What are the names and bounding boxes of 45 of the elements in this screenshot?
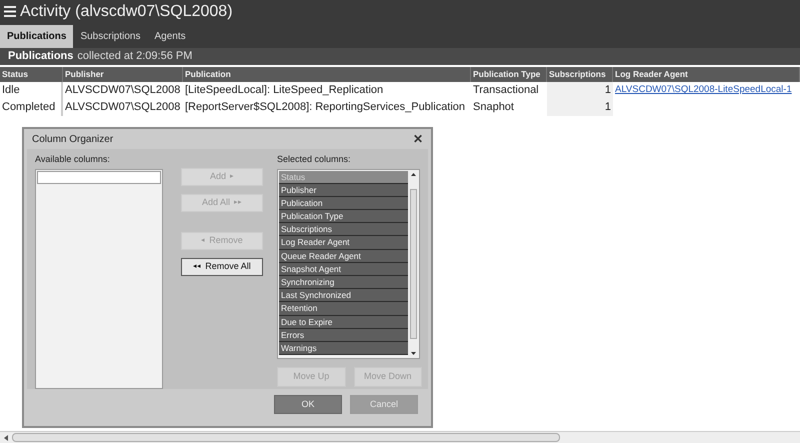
section-subtitle: collected at 2:09:56 PM: [77, 49, 192, 64]
table-cell-text: [LiteSpeedLocal]: LiteSpeed_Replication: [184, 83, 384, 98]
scroll-left-icon[interactable]: [4, 434, 8, 440]
menu-icon[interactable]: [4, 6, 16, 17]
list-item[interactable]: Publication Type: [279, 210, 408, 224]
table-cell-text: Transactional: [472, 83, 540, 98]
table-cell-text: ALVSCDW07\SQL2008: [64, 100, 182, 116]
scrollbar-thumb[interactable]: [410, 188, 416, 338]
window-title: Activity (alvscdw07\SQL2008): [20, 4, 233, 20]
list-item[interactable]: Publisher: [279, 184, 408, 197]
vertical-scrollbar[interactable]: [408, 170, 418, 356]
list-item[interactable]: Log Reader Agent: [279, 236, 408, 250]
close-button[interactable]: ✕: [413, 133, 423, 145]
table-cell: 1: [547, 99, 613, 116]
list-item[interactable]: Retention: [279, 302, 408, 316]
scrollbar-thumb[interactable]: [12, 433, 560, 442]
list-item[interactable]: Last Synchronized: [279, 289, 408, 302]
agent-link[interactable]: ALVSCDW07\SQL2008-LiteSpeedLocal-1: [615, 83, 792, 98]
table-cell-text: ALVSCDW07\SQL2008: [64, 83, 182, 98]
available-label: Available columns:: [35, 153, 111, 166]
list-item[interactable]: Snapshot Agent: [279, 262, 408, 276]
table-cell-text: Snaphot: [472, 100, 515, 116]
tab[interactable]: Publications: [0, 25, 74, 48]
list-item[interactable]: Queue Reader Agent: [279, 250, 408, 263]
selected-label: Selected columns:: [277, 153, 352, 166]
section-title: Publications: [8, 49, 74, 64]
button[interactable]: OK: [274, 395, 342, 414]
list-item[interactable]: Due to Expire: [279, 316, 408, 329]
available-list[interactable]: [35, 168, 163, 388]
tab[interactable]: Agents: [147, 25, 193, 48]
scroll-up-icon[interactable]: [410, 172, 416, 176]
list-item[interactable]: Subscriptions: [279, 223, 408, 236]
table-cell: 1: [547, 82, 613, 99]
list-item[interactable]: Warnings: [279, 342, 408, 356]
tab[interactable]: Subscriptions: [73, 25, 148, 48]
horizontal-scrollbar[interactable]: [0, 431, 800, 443]
list-item[interactable]: Synchronizing: [279, 276, 408, 290]
table-cell: Completed: [0, 99, 63, 116]
list-item[interactable]: Publication: [279, 196, 408, 210]
list-item[interactable]: Errors: [279, 328, 408, 342]
list-input-field[interactable]: [37, 170, 161, 184]
scroll-down-icon[interactable]: [410, 352, 416, 354]
selected-list[interactable]: Status Publisher Publication Publication Type Subscriptions Log Reader Agent Queue Reader Agent Snapshot Agent Synchronizing Last Synchronized Retention Due to Expire Errors Warnings: [277, 168, 420, 358]
table-cell-text: [ReportServer$SQL2008]: ReportingServices_Publication: [184, 100, 466, 116]
dialog-title: Column Organizer: [32, 132, 114, 146]
